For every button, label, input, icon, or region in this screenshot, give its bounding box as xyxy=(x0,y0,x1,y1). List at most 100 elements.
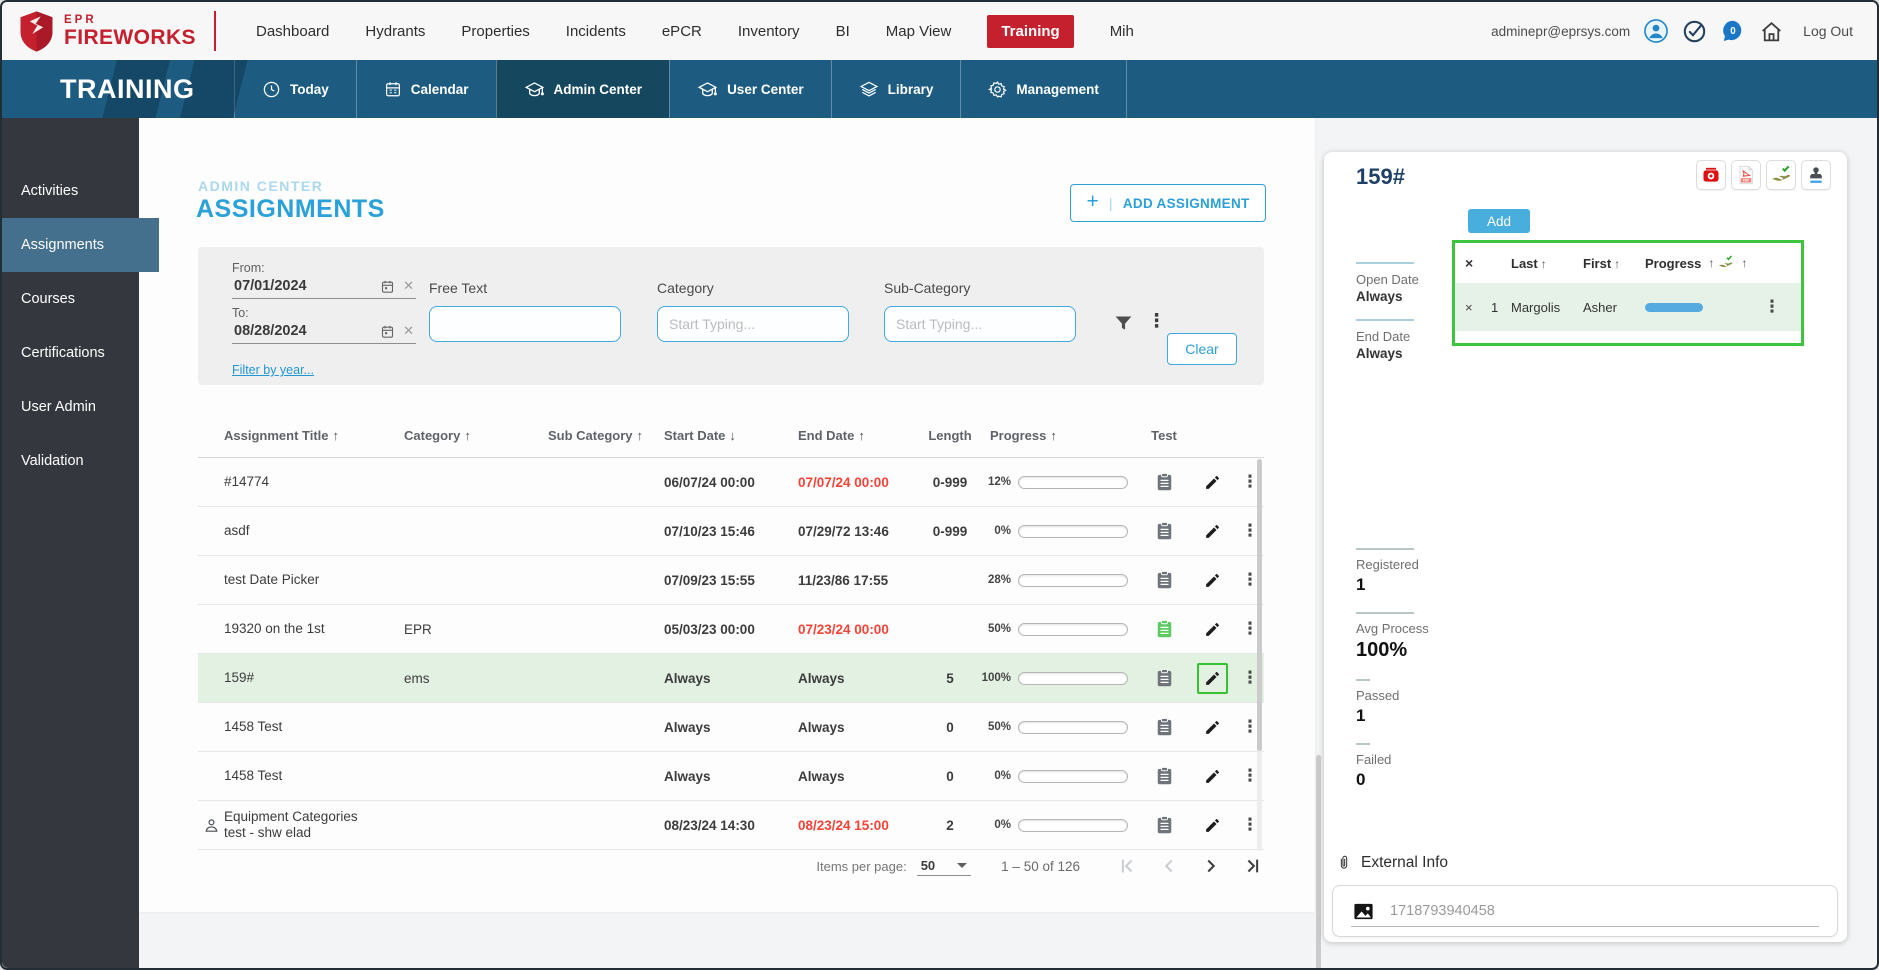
sidebar-item[interactable]: Validation xyxy=(2,434,139,488)
participant-row[interactable]: × 1 Margolis Asher ⋮ xyxy=(1455,283,1801,331)
add-assignment-button[interactable]: + | ADD ASSIGNMENT xyxy=(1070,184,1266,222)
topnav-item[interactable]: Hydrants xyxy=(365,23,425,40)
test-clipboard-icon[interactable] xyxy=(1157,473,1172,491)
table-row[interactable]: 19320 on the 1st EPR 05/03/23 00:00 07/2… xyxy=(198,605,1264,654)
items-per-page-select[interactable]: 50 xyxy=(916,856,972,876)
col-progress[interactable]: Progress ↑ ↑ xyxy=(1645,255,1757,271)
col-length[interactable]: Length xyxy=(924,428,976,443)
module-tab-label: Calendar xyxy=(410,81,469,97)
close-icon[interactable]: × xyxy=(1465,255,1491,271)
sidebar-item[interactable]: Activities xyxy=(2,164,139,218)
sidebar-item[interactable]: Courses xyxy=(2,272,139,326)
edit-pencil-icon[interactable] xyxy=(1197,467,1228,498)
module-tab[interactable]: Management xyxy=(960,60,1127,118)
filter-more-icon[interactable]: ⋮ xyxy=(1147,310,1166,333)
col-last[interactable]: Last ↑ xyxy=(1511,256,1583,271)
start-date-cell: 08/23/24 14:30 xyxy=(664,817,755,833)
video-button[interactable] xyxy=(1696,160,1726,190)
module-tab[interactable]: Calendar xyxy=(355,60,496,118)
col-category[interactable]: Category ↑ xyxy=(404,428,548,443)
topnav-item[interactable]: Incidents xyxy=(566,23,626,40)
prev-page-icon[interactable] xyxy=(1158,855,1180,877)
topnav-item[interactable]: Mih xyxy=(1110,23,1134,40)
from-date-input[interactable]: 07/01/2024 ✕ xyxy=(232,275,416,299)
to-date-input[interactable]: 08/28/2024 ✕ xyxy=(232,320,416,344)
table-row[interactable]: test Date Picker 07/09/23 15:55 11/23/86… xyxy=(198,556,1264,605)
sidebar-item[interactable]: User Admin xyxy=(2,380,139,434)
topnav-item[interactable]: BI xyxy=(836,23,850,40)
topnav-item[interactable]: Dashboard xyxy=(256,23,329,40)
last-page-icon[interactable] xyxy=(1242,855,1264,877)
remove-participant-icon[interactable]: × xyxy=(1465,300,1491,315)
brand-logo[interactable]: EPR FIREWORKS xyxy=(2,10,214,53)
test-clipboard-icon[interactable] xyxy=(1157,571,1172,589)
col-assignment-title[interactable]: Assignment Title ↑ xyxy=(224,428,404,443)
hand-check-button[interactable] xyxy=(1766,160,1796,190)
col-first[interactable]: First ↑ xyxy=(1583,256,1645,271)
calendar-icon[interactable] xyxy=(380,279,395,294)
table-row[interactable]: asdf 07/10/23 15:46 07/29/72 13:46 0-999… xyxy=(198,507,1264,556)
filter-funnel-icon[interactable] xyxy=(1113,313,1134,334)
edit-pencil-icon[interactable] xyxy=(1197,810,1228,841)
pdf-export-button[interactable]: PDF xyxy=(1731,160,1761,190)
first-page-icon[interactable] xyxy=(1116,855,1138,877)
table-row[interactable]: Equipment Categories test - shw elad 08/2… xyxy=(198,801,1264,850)
edit-pencil-icon[interactable] xyxy=(1197,516,1228,547)
table-row[interactable]: 159# ems Always Always 5 100% ⋮ xyxy=(198,654,1264,703)
edit-pencil-icon[interactable] xyxy=(1197,614,1228,645)
test-clipboard-icon[interactable] xyxy=(1157,669,1172,687)
topnav-item[interactable]: Properties xyxy=(461,23,529,40)
module-tab[interactable]: Library xyxy=(830,60,961,118)
sidebar-item[interactable]: Assignments xyxy=(2,218,159,272)
subcategory-input[interactable] xyxy=(884,306,1076,342)
test-clipboard-icon[interactable] xyxy=(1157,522,1172,540)
participant-menu-icon[interactable]: ⋮ xyxy=(1757,297,1787,317)
col-progress[interactable]: Progress ↑ xyxy=(976,428,1140,443)
col-end-date[interactable]: End Date ↑ xyxy=(798,428,924,443)
test-clipboard-icon[interactable] xyxy=(1157,767,1172,785)
test-clipboard-icon[interactable] xyxy=(1157,816,1172,834)
test-clipboard-icon[interactable] xyxy=(1157,718,1172,736)
table-row[interactable]: 1458 Test Always Always 0 50% ⋮ xyxy=(198,703,1264,752)
col-test[interactable]: Test xyxy=(1140,428,1188,443)
module-tab[interactable]: User Center xyxy=(669,60,831,118)
clear-filters-button[interactable]: Clear xyxy=(1167,333,1237,365)
calendar-icon[interactable] xyxy=(380,324,395,339)
messages-icon[interactable]: 0 xyxy=(1720,18,1746,44)
clear-from-date-icon[interactable]: ✕ xyxy=(403,278,414,294)
category-input[interactable] xyxy=(657,306,849,342)
logout-button[interactable]: Log Out xyxy=(1803,23,1853,39)
stamp-button[interactable] xyxy=(1801,160,1831,190)
detail-actions: PDF xyxy=(1696,160,1831,190)
scrollbar-thumb[interactable] xyxy=(1257,459,1262,751)
topnav-item[interactable]: Map View xyxy=(886,23,952,40)
col-start-date[interactable]: Start Date ↓ xyxy=(664,428,798,443)
table-scrollbar[interactable] xyxy=(1316,755,1321,968)
clear-to-date-icon[interactable]: ✕ xyxy=(403,323,414,339)
topnav-item[interactable]: ePCR xyxy=(662,23,702,40)
end-date-cell: 07/29/72 13:46 xyxy=(798,523,889,539)
edit-pencil-icon[interactable] xyxy=(1196,662,1228,694)
edit-pencil-icon[interactable] xyxy=(1197,712,1228,743)
edit-pencil-icon[interactable] xyxy=(1197,565,1228,596)
add-participant-button[interactable]: Add xyxy=(1468,209,1530,233)
free-text-input[interactable] xyxy=(429,306,621,342)
topnav-item[interactable]: Inventory xyxy=(738,23,800,40)
col-sub-category[interactable]: Sub Category ↑ xyxy=(548,428,664,443)
external-info-card[interactable]: 1718793940458 xyxy=(1332,885,1838,937)
next-page-icon[interactable] xyxy=(1200,855,1222,877)
sidebar-item[interactable]: Certifications xyxy=(2,326,139,380)
module-tab[interactable]: Admin Center xyxy=(495,60,670,118)
home-icon[interactable] xyxy=(1759,19,1784,44)
profile-icon[interactable] xyxy=(1643,18,1669,44)
table-scrollbar[interactable] xyxy=(1257,459,1262,851)
filter-by-year-link[interactable]: Filter by year... xyxy=(232,363,314,377)
table-row[interactable]: #14774 06/07/24 00:00 07/07/24 00:00 0-9… xyxy=(198,458,1264,507)
module-tab[interactable]: Today xyxy=(234,60,356,118)
edit-pencil-icon[interactable] xyxy=(1197,761,1228,792)
scrollbar-thumb[interactable] xyxy=(1316,755,1321,968)
validation-check-icon[interactable] xyxy=(1682,19,1707,44)
test-clipboard-icon[interactable] xyxy=(1157,620,1172,638)
topnav-item[interactable]: Training xyxy=(987,14,1074,48)
table-row[interactable]: 1458 Test Always Always 0 0% ⋮ xyxy=(198,752,1264,801)
